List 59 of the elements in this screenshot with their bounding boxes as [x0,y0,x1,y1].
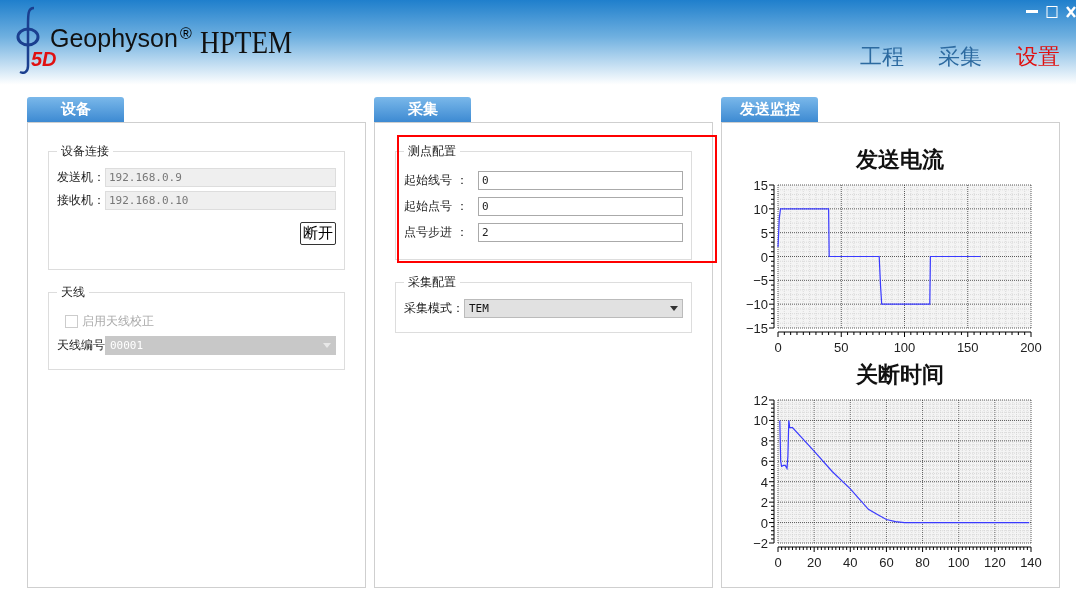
axis-tick-label: 0 [773,340,782,355]
axis-tick-label: 4 [760,474,768,490]
panel-tab[interactable]: 发送监控 [721,97,818,122]
nav-tab[interactable]: 采集 [938,42,982,72]
panel-tab[interactable]: 设备 [27,97,124,122]
axis-tick-label: 100 [947,555,970,570]
axis-tick-label: −5 [752,273,768,289]
axis-tick-label: 60 [878,555,894,570]
axis-tick-label: 10 [753,201,768,217]
checkbox-label: 启用天线校正 [82,313,154,330]
registered-mark: ® [179,25,192,43]
axis-tick-label: 10 [753,413,768,429]
close-icon[interactable] [1066,6,1076,18]
axis-tick-label: 2 [760,495,768,511]
maximize-icon[interactable] [1046,6,1058,18]
axis-tick-label: 20 [806,555,821,570]
axis-tick-label: 150 [956,340,979,355]
panel-tab[interactable]: 采集 [374,97,471,122]
axis-tick-label: −15 [745,321,768,336]
input-field[interactable]: 0 [478,171,683,190]
group-title: 设备连接 [60,143,110,160]
caret-icon [323,343,331,348]
field-label: 发送机： [57,169,105,186]
axis-tick-label: 12 [753,393,768,408]
axis-tick-label: 40 [842,555,857,570]
axis-tick-label: −2 [752,536,768,551]
axis-tick-label: 0 [773,555,782,570]
chart-title: 关断时间 [855,361,944,389]
axis-tick-label: 0 [760,249,768,265]
group-title: 采集配置 [407,274,457,291]
group-title: 测点配置 [407,143,457,160]
axis-tick-label: 100 [893,340,915,355]
product-name: HPTEM [199,24,292,61]
group-title: 天线 [60,284,86,301]
axis-tick-label: 80 [914,555,930,570]
disconnect-button[interactable]: 断开 [300,222,336,245]
axis-tick-label: 6 [760,454,768,470]
field-label: 起始点号 ： [404,198,469,215]
dropdown[interactable]: TEM [464,299,683,318]
axis-tick-label: 200 [1019,340,1042,355]
caret-icon [670,306,678,311]
field-label: 天线编号 [57,337,105,354]
input-field[interactable]: 0 [478,197,683,216]
axis-tick-label: −10 [745,297,768,313]
chart-title: 发送电流 [855,146,944,174]
axis-tick-label: 120 [983,555,1006,570]
nav-tab[interactable]: 工程 [860,42,904,72]
axis-tick-label: 15 [753,178,768,193]
nav-tab[interactable]: 设置 [1016,42,1060,72]
axis-tick-label: 0 [760,515,768,531]
axis-tick-label: 50 [833,340,848,355]
field-label: 接收机： [57,192,105,209]
axis-tick-label: 140 [1019,555,1042,570]
input-field[interactable]: 2 [478,223,683,242]
axis-tick-label: 8 [760,433,768,449]
field-label: 采集模式： [404,300,464,317]
field-label: 点号步进 ： [404,224,469,241]
axis-tick-label: 5 [760,225,768,241]
field-label: 起始线号 ： [404,172,469,189]
